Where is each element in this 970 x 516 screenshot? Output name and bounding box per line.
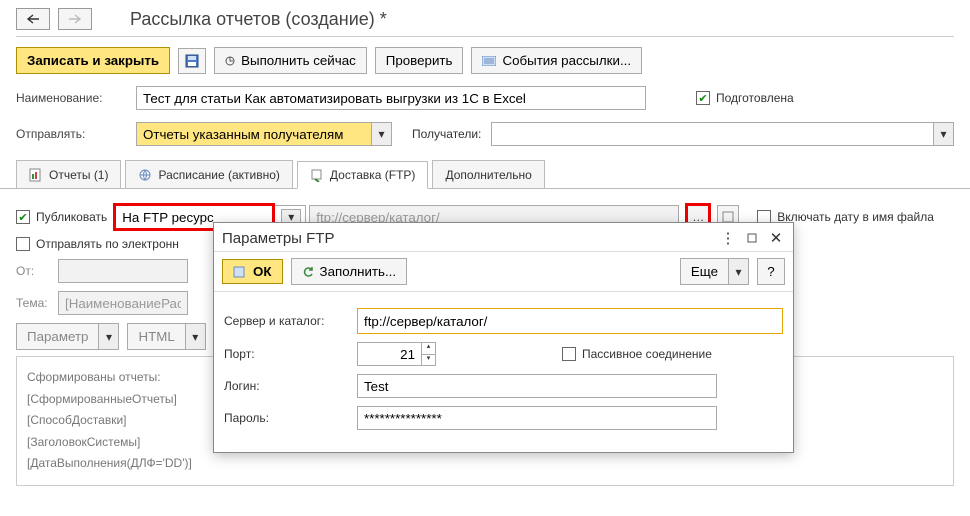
send-label: Отправлять: — [16, 127, 126, 141]
html-button[interactable]: HTML — [127, 323, 185, 350]
tab-extra[interactable]: Дополнительно — [432, 160, 544, 188]
back-button[interactable] — [16, 8, 50, 30]
ftp-dialog: Параметры FTP ⋮ ✕ ОК Заполнить... Еще▾ ?… — [213, 222, 794, 453]
globe-icon — [138, 168, 152, 182]
param-button[interactable]: Параметр — [16, 323, 99, 350]
more-button[interactable]: Еще — [680, 258, 729, 285]
name-label: Наименование: — [16, 91, 126, 105]
list-icon — [482, 56, 496, 66]
events-button[interactable]: События рассылки... — [471, 47, 642, 74]
save-icon-button[interactable] — [178, 48, 206, 74]
send-email-check[interactable]: ✔Отправлять по электронн — [16, 237, 179, 251]
ok-button[interactable]: ОК — [222, 259, 283, 284]
ok-icon — [233, 266, 247, 278]
fill-button[interactable]: Заполнить... — [291, 258, 408, 285]
port-input[interactable] — [357, 342, 422, 366]
forward-button[interactable] — [58, 8, 92, 30]
tab-reports[interactable]: Отчеты (1) — [16, 160, 121, 188]
from-input[interactable] — [58, 259, 188, 283]
check-button[interactable]: Проверить — [375, 47, 464, 74]
send-combo-caret[interactable]: ▾ — [372, 122, 392, 146]
run-now-button[interactable]: Выполнить сейчас — [214, 47, 367, 74]
menu-icon[interactable]: ⋮ — [719, 229, 737, 247]
param-caret[interactable]: ▾ — [99, 323, 119, 350]
server-label: Сервер и каталог: — [224, 314, 349, 328]
login-label: Логин: — [224, 379, 349, 393]
recipients-input[interactable] — [491, 122, 934, 146]
record-close-button[interactable]: Записать и закрыть — [16, 47, 170, 74]
close-icon[interactable]: ✕ — [767, 229, 785, 247]
more-caret[interactable]: ▾ — [729, 258, 749, 285]
ftp-dialog-title: Параметры FTP — [222, 230, 334, 247]
subject-label: Тема: — [16, 296, 50, 310]
subject-input[interactable] — [58, 291, 188, 315]
prepared-check[interactable]: ✔Подготовлена — [696, 91, 794, 105]
delivery-icon — [310, 168, 324, 182]
tab-schedule[interactable]: Расписание (активно) — [125, 160, 292, 188]
port-label: Порт: — [224, 347, 349, 361]
passive-check[interactable]: ✔Пассивное соединение — [562, 347, 712, 361]
recipients-label: Получатели: — [412, 127, 481, 141]
from-label: От: — [16, 264, 50, 278]
play-icon — [225, 55, 235, 67]
send-combo[interactable] — [136, 122, 372, 146]
server-input[interactable] — [357, 308, 783, 334]
password-label: Пароль: — [224, 411, 349, 425]
maximize-icon[interactable] — [743, 229, 761, 247]
report-icon — [29, 168, 43, 182]
tab-delivery[interactable]: Доставка (FTP) — [297, 161, 429, 189]
login-input[interactable] — [357, 374, 717, 398]
recipients-caret[interactable]: ▾ — [934, 122, 954, 146]
help-button[interactable]: ? — [757, 258, 785, 285]
refresh-icon — [302, 266, 314, 278]
port-spinner[interactable]: ▴▾ — [422, 342, 436, 366]
page-title: Рассылка отчетов (создание) * — [130, 9, 387, 30]
password-input[interactable] — [357, 406, 717, 430]
name-input[interactable] — [136, 86, 646, 110]
html-caret[interactable]: ▾ — [186, 323, 206, 350]
publish-check[interactable]: ✔Публиковать — [16, 210, 107, 224]
